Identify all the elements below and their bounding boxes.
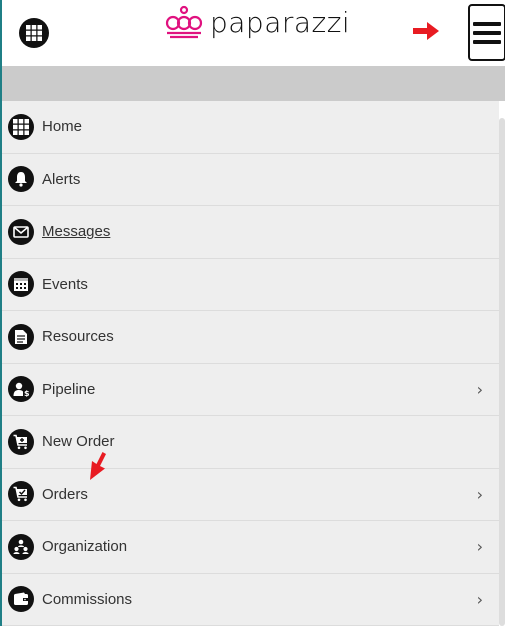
red-arrow-down-icon — [90, 452, 106, 480]
nav-item-new-order[interactable]: New Order — [2, 416, 499, 469]
org-chart-icon — [8, 533, 34, 560]
nav-item-events[interactable]: Events — [2, 259, 499, 311]
nav-item-organization[interactable]: Organization › — [2, 521, 499, 574]
person-dollar-icon: $ — [8, 376, 34, 403]
chevron-right-icon[interactable]: › — [477, 590, 483, 609]
hamburger-menu-button[interactable] — [468, 4, 505, 61]
cart-check-icon — [8, 481, 34, 508]
nav-label: Alerts — [42, 170, 81, 188]
side-nav-menu: Home Alerts Messages Events Resources $ … — [2, 101, 499, 626]
crown-logo-icon — [165, 5, 203, 39]
wallet-icon — [8, 586, 34, 613]
nav-label: Resources — [42, 328, 114, 346]
envelope-icon — [8, 218, 34, 245]
nav-label: New Order — [42, 433, 115, 451]
nav-label: Orders — [42, 485, 88, 503]
nav-label: Home — [42, 118, 83, 136]
top-header: paparazzi — [2, 0, 505, 66]
nav-scrollbar[interactable] — [499, 118, 505, 626]
document-icon — [8, 323, 34, 350]
brand-logo[interactable]: paparazzi — [164, 4, 350, 40]
nav-label: Pipeline — [42, 380, 96, 398]
chevron-right-icon[interactable]: › — [477, 485, 483, 504]
nav-item-resources[interactable]: Resources — [2, 311, 499, 364]
red-arrow-right-icon — [413, 22, 439, 40]
nav-item-commissions[interactable]: Commissions › — [2, 574, 499, 626]
nav-item-messages[interactable]: Messages — [2, 206, 499, 259]
chevron-right-icon[interactable]: › — [477, 380, 483, 399]
nav-label: Events — [42, 275, 88, 293]
nav-label[interactable]: Messages — [42, 223, 110, 240]
nav-label: Organization — [42, 538, 128, 556]
nav-item-pipeline[interactable]: $ Pipeline › — [2, 364, 499, 416]
chevron-right-icon[interactable]: › — [477, 537, 483, 556]
hamburger-icon — [473, 21, 501, 26]
header-divider-band — [2, 66, 505, 101]
calendar-icon — [8, 271, 34, 298]
nav-item-orders[interactable]: Orders › — [2, 469, 499, 521]
apps-grid-icon[interactable] — [19, 18, 49, 48]
grid-icon — [8, 113, 34, 140]
bell-icon — [8, 166, 34, 193]
svg-text:$: $ — [24, 389, 29, 397]
nav-item-alerts[interactable]: Alerts — [2, 154, 499, 206]
nav-item-home[interactable]: Home — [2, 101, 499, 154]
brand-name: paparazzi — [210, 5, 351, 39]
nav-label: Commissions — [42, 590, 133, 608]
cart-plus-icon — [8, 428, 34, 455]
